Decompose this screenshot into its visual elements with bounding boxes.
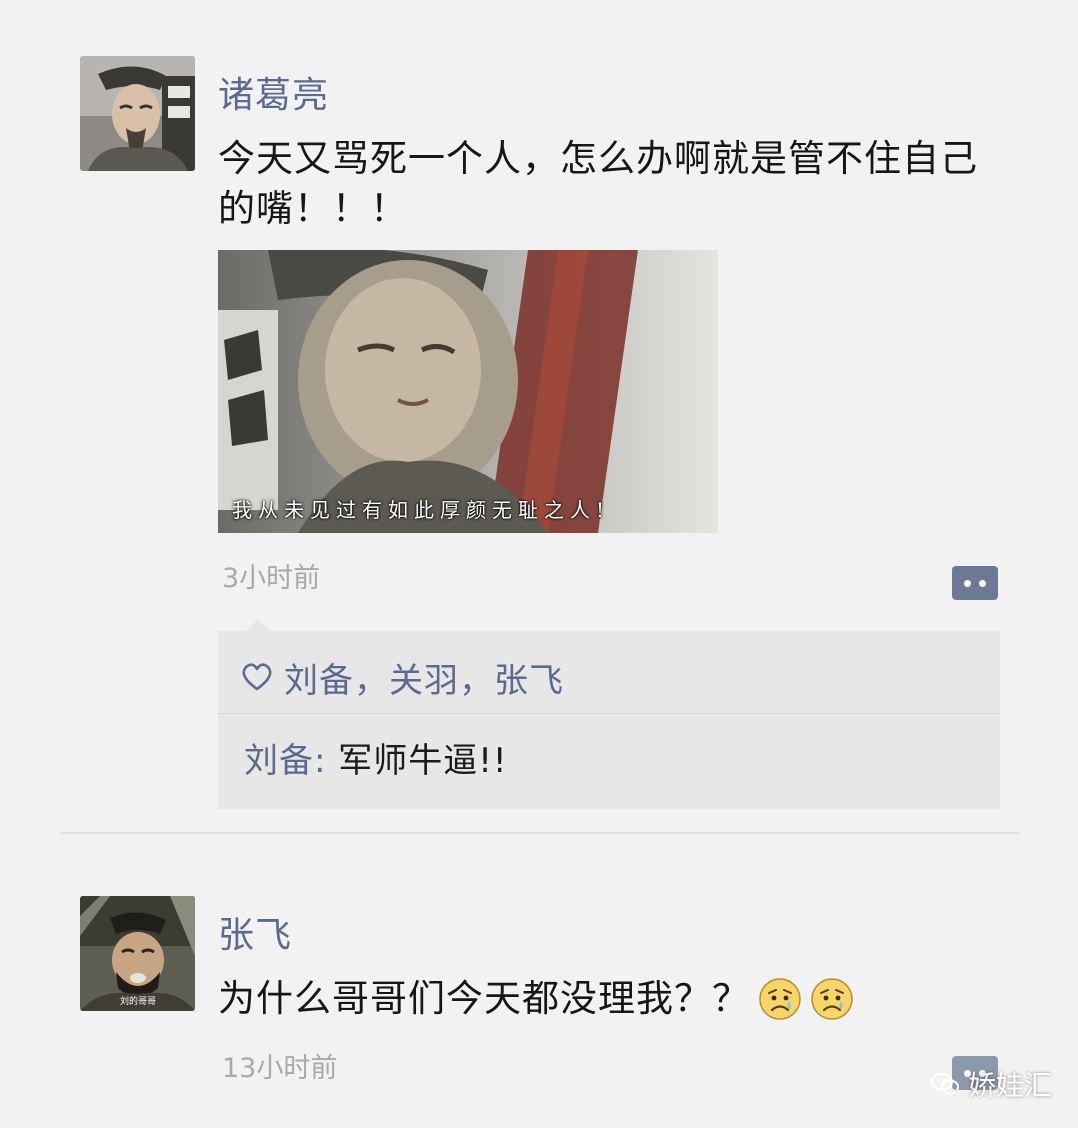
post-divider <box>60 832 1020 834</box>
likes-row: 刘备，关羽，张飞 <box>242 649 564 705</box>
avatar[interactable]: 刘的哥哥 <box>80 896 195 1011</box>
post-photo-image <box>218 250 718 533</box>
post-text-row: 为什么哥哥们今天都没理我？？ <box>218 974 1008 1024</box>
likes-and-comments-panel: 刘备，关羽，张飞 刘备: 军师牛逼!! <box>218 619 1000 809</box>
zhuge-liang-avatar-image <box>80 56 195 171</box>
video-subtitle: 我从未见过有如此厚颜无耻之人! <box>232 498 611 522</box>
worried-face-icon <box>811 978 853 1020</box>
post-author-name[interactable]: 张飞 <box>218 906 292 958</box>
worried-face-icon <box>759 978 801 1020</box>
moments-feed: 诸葛亮 今天又骂死一个人，怎么办啊就是管不住自己的嘴！！！ 我从未见过有如此厚颜… <box>0 0 1078 1128</box>
post-text: 为什么哥哥们今天都没理我？？ <box>218 977 750 1020</box>
comment-separator: : <box>314 741 339 781</box>
avatar-caption: 刘的哥哥 <box>120 995 156 1007</box>
post-text: 今天又骂死一个人，怎么办啊就是管不住自己的嘴！！！ <box>218 137 978 230</box>
moment-post: 诸葛亮 今天又骂死一个人，怎么办啊就是管不住自己的嘴！！！ 我从未见过有如此厚颜… <box>0 0 1078 835</box>
comment-button[interactable] <box>952 566 998 600</box>
post-author-name[interactable]: 诸葛亮 <box>218 66 329 118</box>
watermark: 娇娃汇 <box>930 1064 1052 1104</box>
watermark-text: 娇娃汇 <box>968 1069 1053 1102</box>
wechat-icon <box>931 1073 959 1095</box>
divider <box>218 713 1000 714</box>
comment-item[interactable]: 刘备: 军师牛逼!! <box>244 733 508 782</box>
dot-icon <box>979 579 986 587</box>
post-timestamp: 13小时前 <box>222 1053 338 1084</box>
comment-text: 军师牛逼!! <box>338 741 508 781</box>
comment-author[interactable]: 刘备 <box>244 741 314 781</box>
post-photo[interactable]: 我从未见过有如此厚颜无耻之人! <box>218 250 718 533</box>
zhang-fei-avatar-image: 刘的哥哥 <box>80 896 195 1011</box>
avatar[interactable] <box>80 56 195 171</box>
post-timestamp: 3小时前 <box>222 563 321 594</box>
moment-post: 刘的哥哥 张飞 为什么哥哥们今天都没理我？？ 13小时前 <box>0 836 1078 1128</box>
likes-names[interactable]: 刘备，关羽，张飞 <box>284 653 564 702</box>
heart-icon <box>242 663 272 691</box>
dot-icon <box>964 579 971 587</box>
